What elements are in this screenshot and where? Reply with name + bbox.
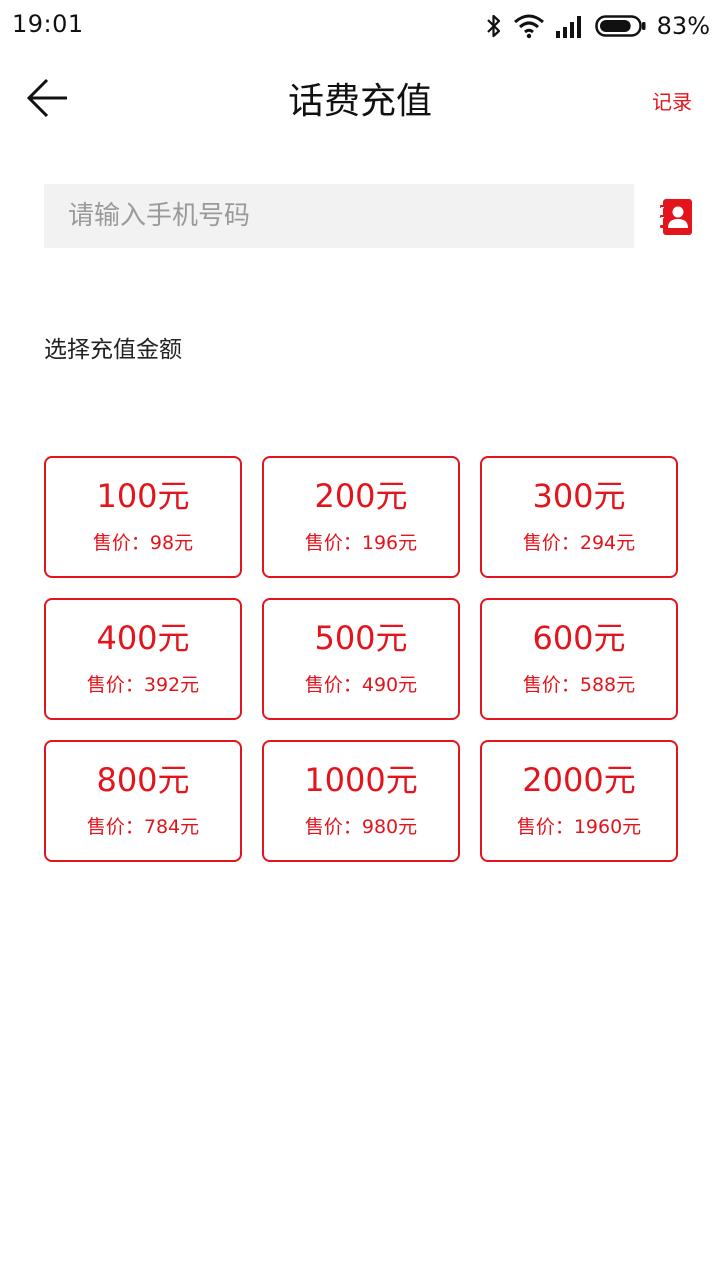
signal-icon [555, 16, 581, 38]
amount-value: 300元 [532, 476, 626, 515]
amount-option-500[interactable]: 500元 售价：490元 [262, 598, 460, 720]
status-icons: 83% [485, 10, 710, 42]
amount-option-400[interactable]: 400元 售价：392元 [44, 598, 242, 720]
amount-price: 售价：1960元 [516, 816, 642, 839]
amount-value: 400元 [96, 618, 190, 657]
status-time: 19:01 [12, 10, 84, 38]
amount-price: 售价：294元 [522, 532, 636, 555]
wifi-icon [513, 14, 544, 39]
amount-price: 售价：392元 [86, 674, 200, 697]
amount-value: 500元 [314, 618, 408, 657]
phone-number-input[interactable] [44, 184, 634, 248]
amount-price: 售价：784元 [86, 816, 200, 839]
amount-price: 售价：196元 [304, 532, 418, 555]
amount-option-600[interactable]: 600元 售价：588元 [480, 598, 678, 720]
contacts-book-icon [660, 199, 692, 235]
amount-option-1000[interactable]: 1000元 售价：980元 [262, 740, 460, 862]
contacts-button[interactable] [660, 198, 694, 236]
record-link[interactable]: 记录 [652, 86, 692, 115]
screen: 19:01 83% 话费充值 记录 请输入手机号码 选择充值金额 100元 售价… [0, 0, 720, 1280]
amount-value: 200元 [314, 476, 408, 515]
amount-price: 售价：980元 [304, 816, 418, 839]
amount-value: 600元 [532, 618, 626, 657]
amount-option-2000[interactable]: 2000元 售价：1960元 [480, 740, 678, 862]
amount-value: 100元 [96, 476, 190, 515]
amount-value: 2000元 [522, 760, 636, 799]
amount-option-100[interactable]: 100元 售价：98元 [44, 456, 242, 578]
amount-price: 售价：588元 [522, 674, 636, 697]
amount-price: 售价：490元 [304, 674, 418, 697]
battery-icon [594, 15, 646, 37]
page-title: 话费充值 [287, 81, 432, 122]
amount-option-200[interactable]: 200元 售价：196元 [262, 456, 460, 578]
amount-value: 1000元 [304, 760, 418, 799]
title-bar: 话费充值 记录 [0, 56, 720, 140]
battery-percent: 83% [656, 12, 710, 40]
amount-value: 800元 [96, 760, 190, 799]
status-bar: 19:01 83% [0, 0, 720, 52]
amount-option-800[interactable]: 800元 售价：784元 [44, 740, 242, 862]
amount-option-300[interactable]: 300元 售价：294元 [480, 456, 678, 578]
amount-price: 售价：98元 [92, 532, 194, 555]
amount-section-label: 选择充值金额 [44, 337, 182, 363]
bluetooth-icon [486, 14, 500, 38]
amount-grid: 100元 售价：98元 200元 售价：196元 300元 售价：294元 40… [44, 456, 678, 862]
